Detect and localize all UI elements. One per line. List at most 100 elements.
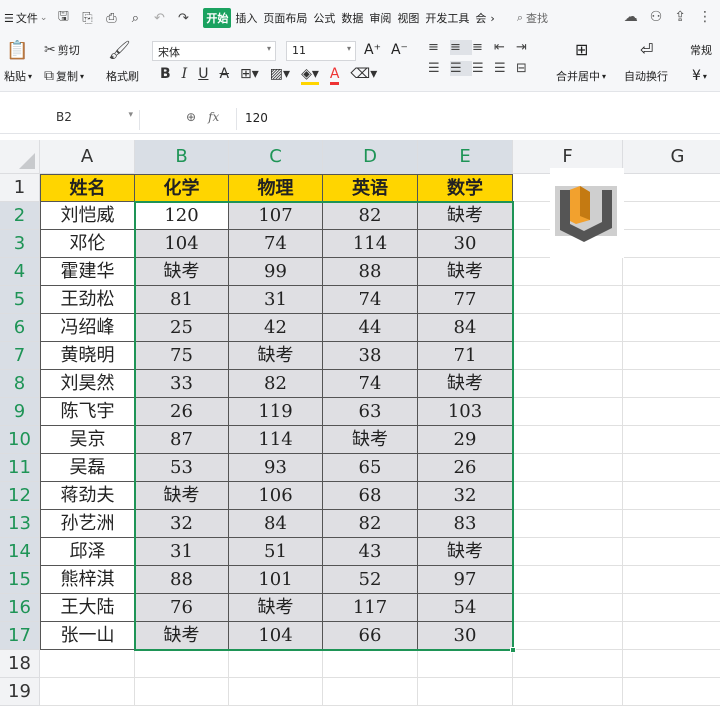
table-header-cell[interactable]: 英语 xyxy=(323,174,418,202)
format-painter-button[interactable]: 🖌 xyxy=(108,40,131,61)
strikethrough-icon[interactable]: A xyxy=(219,66,229,85)
empty-cell[interactable] xyxy=(623,454,720,482)
tab-insert[interactable]: 插入 xyxy=(233,8,259,28)
tab-home[interactable]: 开始 xyxy=(203,8,232,28)
score-cell[interactable]: 119 xyxy=(229,398,323,426)
score-cell[interactable]: 42 xyxy=(229,314,323,342)
indent-decrease-icon[interactable]: ⇤ xyxy=(494,40,516,55)
align-top-icon[interactable]: ≡ xyxy=(428,40,450,55)
empty-cell[interactable] xyxy=(513,482,623,510)
empty-cell[interactable] xyxy=(513,258,623,286)
score-cell[interactable]: 106 xyxy=(229,482,323,510)
redo-icon[interactable]: ↷ xyxy=(175,11,191,26)
name-box[interactable]: B2 ▾ xyxy=(4,110,140,130)
cloud-icon[interactable]: ☁ xyxy=(624,9,638,25)
score-cell[interactable]: 缺考 xyxy=(418,202,513,230)
empty-cell[interactable] xyxy=(623,314,720,342)
column-header-b[interactable]: B xyxy=(135,140,229,174)
empty-cell[interactable] xyxy=(40,678,135,706)
column-header-e[interactable]: E xyxy=(418,140,513,174)
score-cell[interactable]: 63 xyxy=(323,398,418,426)
row-header-12[interactable]: 12 xyxy=(0,482,40,510)
print-preview-icon[interactable]: ⌕ xyxy=(127,11,143,26)
score-cell[interactable]: 83 xyxy=(418,510,513,538)
score-cell[interactable]: 99 xyxy=(229,258,323,286)
score-cell[interactable]: 缺考 xyxy=(418,370,513,398)
row-header-3[interactable]: 3 xyxy=(0,230,40,258)
score-cell[interactable]: 53 xyxy=(135,454,229,482)
table-header-cell[interactable]: 化学 xyxy=(135,174,229,202)
row-header-4[interactable]: 4 xyxy=(0,258,40,286)
copy-button[interactable]: ⧉ 复制 ▾ xyxy=(44,68,84,84)
increase-font-icon[interactable]: A⁺ xyxy=(364,42,381,58)
align-center-icon[interactable]: ☰ xyxy=(450,61,472,76)
score-cell[interactable]: 103 xyxy=(418,398,513,426)
score-cell[interactable]: 93 xyxy=(229,454,323,482)
more-options-icon[interactable]: ⋮ xyxy=(698,9,712,25)
score-cell[interactable]: 114 xyxy=(229,426,323,454)
score-cell[interactable]: 84 xyxy=(418,314,513,342)
student-name-cell[interactable]: 黄晓明 xyxy=(40,342,135,370)
empty-cell[interactable] xyxy=(513,342,623,370)
score-cell[interactable]: 26 xyxy=(135,398,229,426)
score-cell[interactable]: 缺考 xyxy=(323,426,418,454)
empty-cell[interactable] xyxy=(623,482,720,510)
row-header-16[interactable]: 16 xyxy=(0,594,40,622)
zoom-icon[interactable]: ⊕ xyxy=(186,110,196,124)
score-cell[interactable]: 104 xyxy=(229,622,323,650)
student-name-cell[interactable]: 蒋劲夫 xyxy=(40,482,135,510)
column-header-d[interactable]: D xyxy=(323,140,418,174)
empty-cell[interactable] xyxy=(623,230,720,258)
row-header-6[interactable]: 6 xyxy=(0,314,40,342)
wrap-text-label[interactable]: 自动换行 xyxy=(624,68,668,84)
student-name-cell[interactable]: 陈飞宇 xyxy=(40,398,135,426)
row-header-15[interactable]: 15 xyxy=(0,566,40,594)
score-cell[interactable]: 65 xyxy=(323,454,418,482)
score-cell[interactable]: 68 xyxy=(323,482,418,510)
empty-cell[interactable] xyxy=(623,202,720,230)
tab-formulas[interactable]: 公式 xyxy=(311,8,337,28)
currency-format-button[interactable]: ¥ ▾ xyxy=(692,68,707,84)
row-header-18[interactable]: 18 xyxy=(0,650,40,678)
student-name-cell[interactable]: 张一山 xyxy=(40,622,135,650)
empty-cell[interactable] xyxy=(513,538,623,566)
row-header-7[interactable]: 7 xyxy=(0,342,40,370)
table-header-cell[interactable]: 物理 xyxy=(229,174,323,202)
empty-cell[interactable] xyxy=(323,650,418,678)
empty-cell[interactable] xyxy=(513,370,623,398)
empty-cell[interactable] xyxy=(513,286,623,314)
empty-cell[interactable] xyxy=(513,650,623,678)
score-cell[interactable]: 97 xyxy=(418,566,513,594)
score-cell[interactable]: 74 xyxy=(323,370,418,398)
underline-icon[interactable]: U xyxy=(198,66,208,85)
empty-cell[interactable] xyxy=(623,538,720,566)
empty-cell[interactable] xyxy=(229,650,323,678)
score-cell[interactable]: 31 xyxy=(135,538,229,566)
score-cell[interactable]: 88 xyxy=(323,258,418,286)
score-cell[interactable]: 87 xyxy=(135,426,229,454)
column-header-c[interactable]: C xyxy=(229,140,323,174)
table-header-cell[interactable]: 数学 xyxy=(418,174,513,202)
bold-icon[interactable]: B xyxy=(160,66,171,85)
collaborate-icon[interactable]: ⚇ xyxy=(650,9,663,25)
score-cell[interactable]: 71 xyxy=(418,342,513,370)
empty-cell[interactable] xyxy=(513,678,623,706)
fill-color-icon[interactable]: ◈▾ xyxy=(301,66,319,85)
empty-cell[interactable] xyxy=(623,342,720,370)
more-tabs-icon[interactable]: › xyxy=(490,12,494,25)
row-header-14[interactable]: 14 xyxy=(0,538,40,566)
border-icon[interactable]: ⊞▾ xyxy=(240,66,259,85)
score-cell[interactable]: 30 xyxy=(418,622,513,650)
merge-center-button[interactable]: 合并居中 ▾ xyxy=(556,68,606,84)
score-cell[interactable]: 44 xyxy=(323,314,418,342)
clear-format-icon[interactable]: ⌫▾ xyxy=(350,66,377,85)
empty-cell[interactable] xyxy=(623,258,720,286)
student-name-cell[interactable]: 霍建华 xyxy=(40,258,135,286)
student-name-cell[interactable]: 吴磊 xyxy=(40,454,135,482)
undo-icon[interactable]: ↶ xyxy=(151,11,167,26)
empty-cell[interactable] xyxy=(623,426,720,454)
row-header-1[interactable]: 1 xyxy=(0,174,40,202)
student-name-cell[interactable]: 冯绍峰 xyxy=(40,314,135,342)
empty-cell[interactable] xyxy=(513,594,623,622)
student-name-cell[interactable]: 王大陆 xyxy=(40,594,135,622)
